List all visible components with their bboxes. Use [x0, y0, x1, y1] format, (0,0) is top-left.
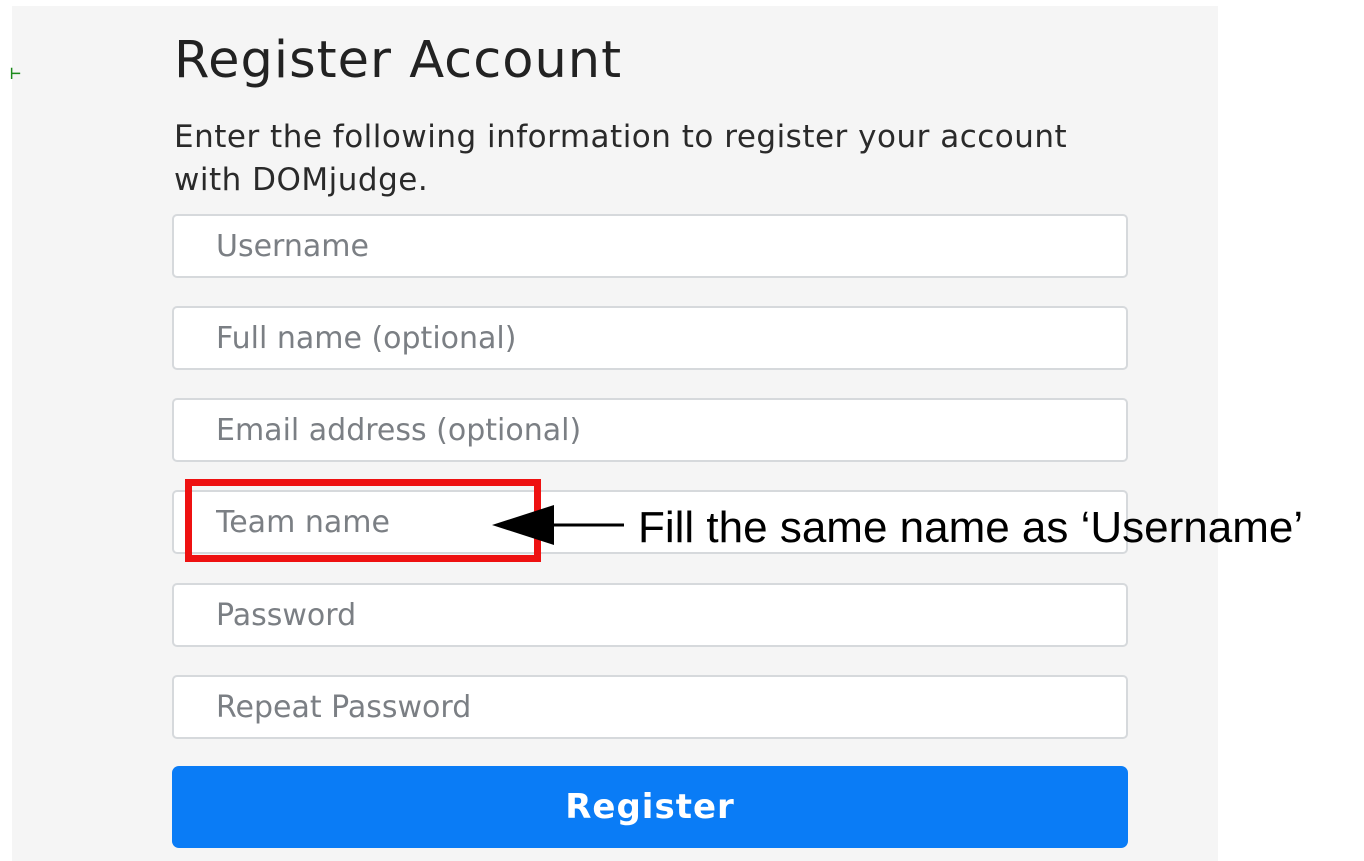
page-title: Register Account	[174, 31, 623, 90]
repeat-password-input[interactable]	[172, 675, 1128, 739]
annotation-text: Fill the same name as ‘Username’	[638, 503, 1304, 552]
full-name-input[interactable]	[172, 306, 1128, 370]
screenshot-stage: ⊢ Register Account Enter the following i…	[0, 0, 1364, 861]
password-input[interactable]	[172, 583, 1128, 647]
team-name-highlight-box	[185, 479, 541, 562]
arrow-left-icon	[492, 505, 624, 545]
register-button[interactable]: Register	[172, 766, 1128, 848]
arrow-head	[492, 505, 554, 545]
username-input[interactable]	[172, 214, 1128, 278]
form-description: Enter the following information to regis…	[174, 119, 1068, 198]
email-input[interactable]	[172, 398, 1128, 462]
corner-mark-icon: ⊢	[10, 63, 21, 84]
